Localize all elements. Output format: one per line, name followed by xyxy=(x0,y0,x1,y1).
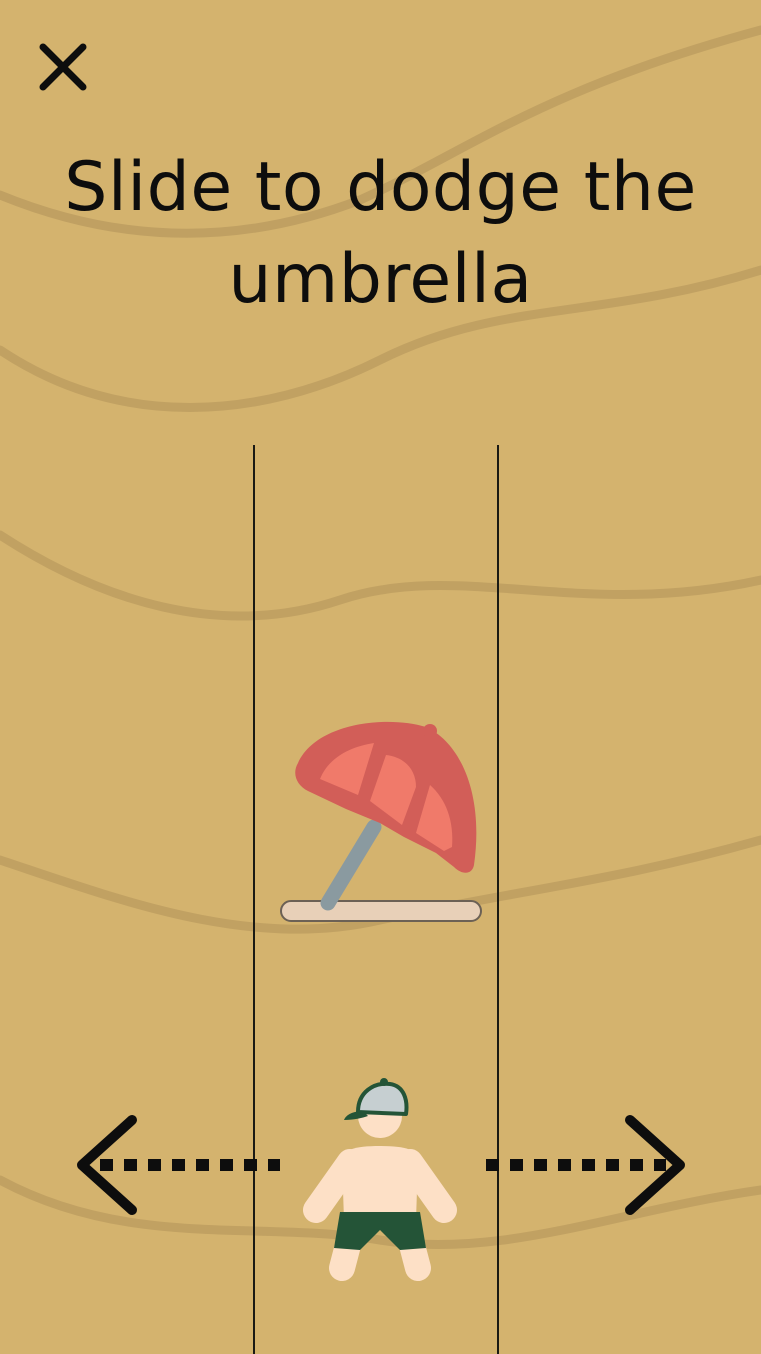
beachgoer-icon xyxy=(303,1078,457,1281)
beach-umbrella-icon xyxy=(280,721,482,922)
arrow-left-icon[interactable] xyxy=(70,1110,284,1220)
arrow-right-icon[interactable] xyxy=(480,1110,694,1220)
close-icon xyxy=(39,43,87,91)
close-button[interactable] xyxy=(36,40,90,94)
instruction-text: Slide to dodge the umbrella xyxy=(64,148,697,319)
game-screen[interactable]: Slide to dodge the umbrella xyxy=(0,0,761,1354)
